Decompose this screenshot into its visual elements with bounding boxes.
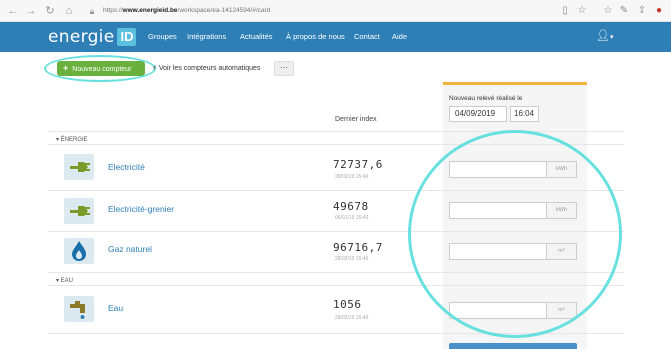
meter-last-index: 1056 xyxy=(333,298,362,311)
meter-last-index: 72737,6 xyxy=(333,158,383,171)
forward-icon[interactable]: → xyxy=(24,4,38,18)
electric-plug-icon xyxy=(64,154,94,180)
reload-icon[interactable]: ↻ xyxy=(43,4,57,18)
browser-toolbar: ← → ↻ ⌂ 🔒︎ https://www.energieid.be/work… xyxy=(0,0,671,22)
electric-plug-icon xyxy=(64,198,94,224)
url-prefix: https:// xyxy=(103,7,123,14)
nav-link-contact[interactable]: Contact xyxy=(354,31,380,43)
highlight-ring-new-meter xyxy=(44,55,156,82)
auto-meters-label: Voir les compteurs automatiques xyxy=(158,65,261,72)
back-icon[interactable]: ← xyxy=(6,4,20,18)
section-eau-toggle[interactable]: ▾ EAU xyxy=(56,276,73,286)
url-path: /workspace/ea-14124594/#/card xyxy=(177,7,271,14)
nav-link-aide[interactable]: Aide xyxy=(392,31,407,43)
more-options-button[interactable]: ··· xyxy=(274,61,294,76)
last-index-header: Dernier index xyxy=(335,116,377,123)
reader-view-icon[interactable]: ▯ xyxy=(558,4,572,18)
highlight-ring-value-inputs xyxy=(408,130,622,338)
nav-link-integrations[interactable]: Intégrations xyxy=(187,31,226,43)
meter-last-date: 28/02/19 15:46 xyxy=(335,174,369,180)
favorite-star-icon[interactable]: ☆ xyxy=(575,4,589,18)
meter-last-date: 28/02/19 15:46 xyxy=(335,256,369,262)
lock-icon: 🔒︎ xyxy=(89,6,95,16)
auto-meters-button[interactable]: ⚡︎ Voir les compteurs automatiques xyxy=(152,61,260,76)
logo-badge: ID xyxy=(117,28,137,46)
main-navbar: energie ID Groupes Intégrations Actualit… xyxy=(0,22,671,52)
meter-name-link[interactable]: Gaz naturel xyxy=(108,243,152,255)
meter-last-index: 96716,7 xyxy=(333,241,383,254)
url-domain: www.energieid.be xyxy=(122,7,178,14)
plug-small-icon: ⚡︎ xyxy=(152,65,157,72)
meter-last-date: 06/01/19 15:49 xyxy=(335,215,369,221)
section-energie-toggle[interactable]: ▾ ÉNERGIE xyxy=(56,135,88,145)
save-reading-button[interactable] xyxy=(449,343,577,349)
home-icon[interactable]: ⌂ xyxy=(62,4,76,18)
meter-last-index: 49678 xyxy=(333,200,369,213)
meter-last-date: 28/02/19 15:46 xyxy=(335,315,369,321)
new-reading-label: Nouveau relevé réalisé le xyxy=(449,95,523,102)
reading-date-input[interactable]: 04/09/2019 xyxy=(449,106,507,122)
pen-icon[interactable]: ✎ xyxy=(617,4,631,18)
nav-link-groupes[interactable]: Groupes xyxy=(148,31,177,43)
nav-link-a-propos[interactable]: À propos de nous xyxy=(286,31,345,43)
meter-name-link[interactable]: Electricité-grenier xyxy=(108,203,174,215)
meter-name-link[interactable]: Eau xyxy=(108,302,123,314)
meter-name-link[interactable]: Electricité xyxy=(108,161,145,173)
share-icon[interactable]: ⇪ xyxy=(635,4,649,18)
address-bar[interactable]: https://www.energieid.be/workspace/ea-14… xyxy=(103,5,270,17)
logo-text: energie xyxy=(48,27,115,47)
water-tap-icon xyxy=(64,296,94,322)
user-menu-icon[interactable]: 👤︎▾ xyxy=(596,29,613,45)
gas-flame-icon xyxy=(64,238,94,264)
favorites-list-icon[interactable]: ☆ xyxy=(601,4,615,18)
extension-icon[interactable]: ● xyxy=(652,4,666,18)
nav-link-actualites[interactable]: Actualités xyxy=(240,31,273,43)
reading-time-input[interactable]: 16:04 xyxy=(510,106,539,122)
energieid-logo[interactable]: energie ID xyxy=(48,27,137,47)
